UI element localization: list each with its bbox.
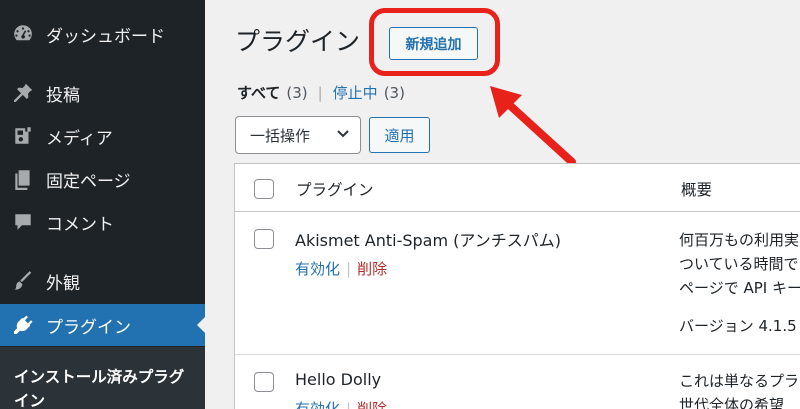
plugin-description-line: ページで API キー bbox=[679, 279, 800, 297]
plugins-table: プラグイン 概要 Akismet Anti-Spam (アンチスパム) 有効化 … bbox=[234, 163, 800, 409]
plugin-name: Hello Dolly bbox=[295, 370, 382, 389]
sidebar-item-pages[interactable]: 固定ページ bbox=[0, 158, 205, 200]
plugin-description-line: ついている時間で bbox=[679, 255, 799, 273]
bulk-action-select[interactable]: 一括操作 bbox=[235, 116, 361, 154]
sidebar-item-appearance[interactable]: 外観 bbox=[0, 260, 205, 302]
action-separator: | bbox=[346, 399, 352, 409]
activate-link[interactable]: 有効化 bbox=[295, 398, 340, 409]
sidebar-item-media[interactable]: メディア bbox=[0, 115, 205, 157]
sidebar-item-label: コメント bbox=[46, 214, 114, 235]
filter-separator: | bbox=[317, 83, 323, 102]
media-icon bbox=[10, 123, 36, 149]
sidebar-item-dashboard[interactable]: ダッシュボード bbox=[0, 13, 205, 55]
current-menu-arrow bbox=[197, 317, 205, 333]
annotation-highlight-box bbox=[369, 8, 500, 76]
filter-all-count: (3) bbox=[286, 83, 308, 102]
sidebar-item-label: 固定ページ bbox=[46, 171, 131, 192]
action-separator: | bbox=[346, 259, 352, 278]
plugin-name: Akismet Anti-Spam (アンチスパム) bbox=[295, 231, 561, 250]
comment-icon bbox=[10, 209, 36, 235]
page-icon bbox=[10, 166, 36, 192]
filter-all[interactable]: すべて bbox=[237, 82, 280, 103]
filter-inactive-count: (3) bbox=[383, 83, 405, 102]
plugins-submenu: インストール済みプラグイン bbox=[0, 347, 205, 409]
plugin-description-line: これは単なるプラ bbox=[679, 372, 800, 390]
plugin-status-filters: すべて (3) | 停止中 (3) bbox=[237, 82, 405, 103]
sidebar-item-comments[interactable]: コメント bbox=[0, 201, 205, 243]
filter-inactive[interactable]: 停止中 bbox=[333, 82, 378, 103]
sidebar-item-label: 外観 bbox=[46, 273, 80, 294]
sidebar-item-label: ダッシュボード bbox=[46, 26, 165, 47]
row-checkbox[interactable] bbox=[254, 229, 274, 249]
column-header-description: 概要 bbox=[681, 181, 713, 199]
submenu-item-installed-plugins[interactable]: インストール済みプラグイン bbox=[14, 365, 194, 409]
chevron-down-icon bbox=[337, 130, 349, 138]
dashboard-icon bbox=[10, 21, 36, 47]
plugin-description-line: 何百万もの利用実 bbox=[679, 231, 800, 249]
page-title: プラグイン bbox=[235, 27, 361, 56]
sidebar-item-plugins[interactable]: プラグイン bbox=[0, 304, 205, 346]
sidebar-item-label: 投稿 bbox=[46, 85, 80, 106]
admin-sidebar: ダッシュボード 投稿 メディア 固定ページ コメント 外観 プラグイン インスト… bbox=[0, 0, 205, 409]
row-divider bbox=[235, 354, 800, 355]
plugin-version: バージョン 4.1.5 bbox=[679, 317, 797, 335]
table-header: プラグイン 概要 bbox=[235, 164, 800, 212]
pin-icon bbox=[10, 80, 36, 106]
delete-link[interactable]: 削除 bbox=[357, 258, 387, 279]
select-all-checkbox[interactable] bbox=[254, 179, 274, 199]
bulk-action-value: 一括操作 bbox=[250, 126, 311, 145]
activate-link[interactable]: 有効化 bbox=[295, 258, 340, 279]
apply-button[interactable]: 適用 bbox=[369, 117, 430, 153]
row-actions: 有効化 | 削除 bbox=[295, 398, 387, 409]
plugin-description-line: 世代全体の希望 bbox=[679, 396, 785, 409]
sidebar-item-label: プラグイン bbox=[46, 317, 131, 338]
plugin-icon bbox=[10, 312, 36, 338]
delete-link[interactable]: 削除 bbox=[357, 398, 387, 409]
column-header-plugin: プラグイン bbox=[296, 181, 374, 199]
row-actions: 有効化 | 削除 bbox=[295, 258, 387, 279]
sidebar-item-label: メディア bbox=[46, 128, 113, 149]
row-checkbox[interactable] bbox=[254, 372, 274, 392]
sidebar-item-posts[interactable]: 投稿 bbox=[0, 72, 205, 114]
brush-icon bbox=[10, 268, 36, 294]
